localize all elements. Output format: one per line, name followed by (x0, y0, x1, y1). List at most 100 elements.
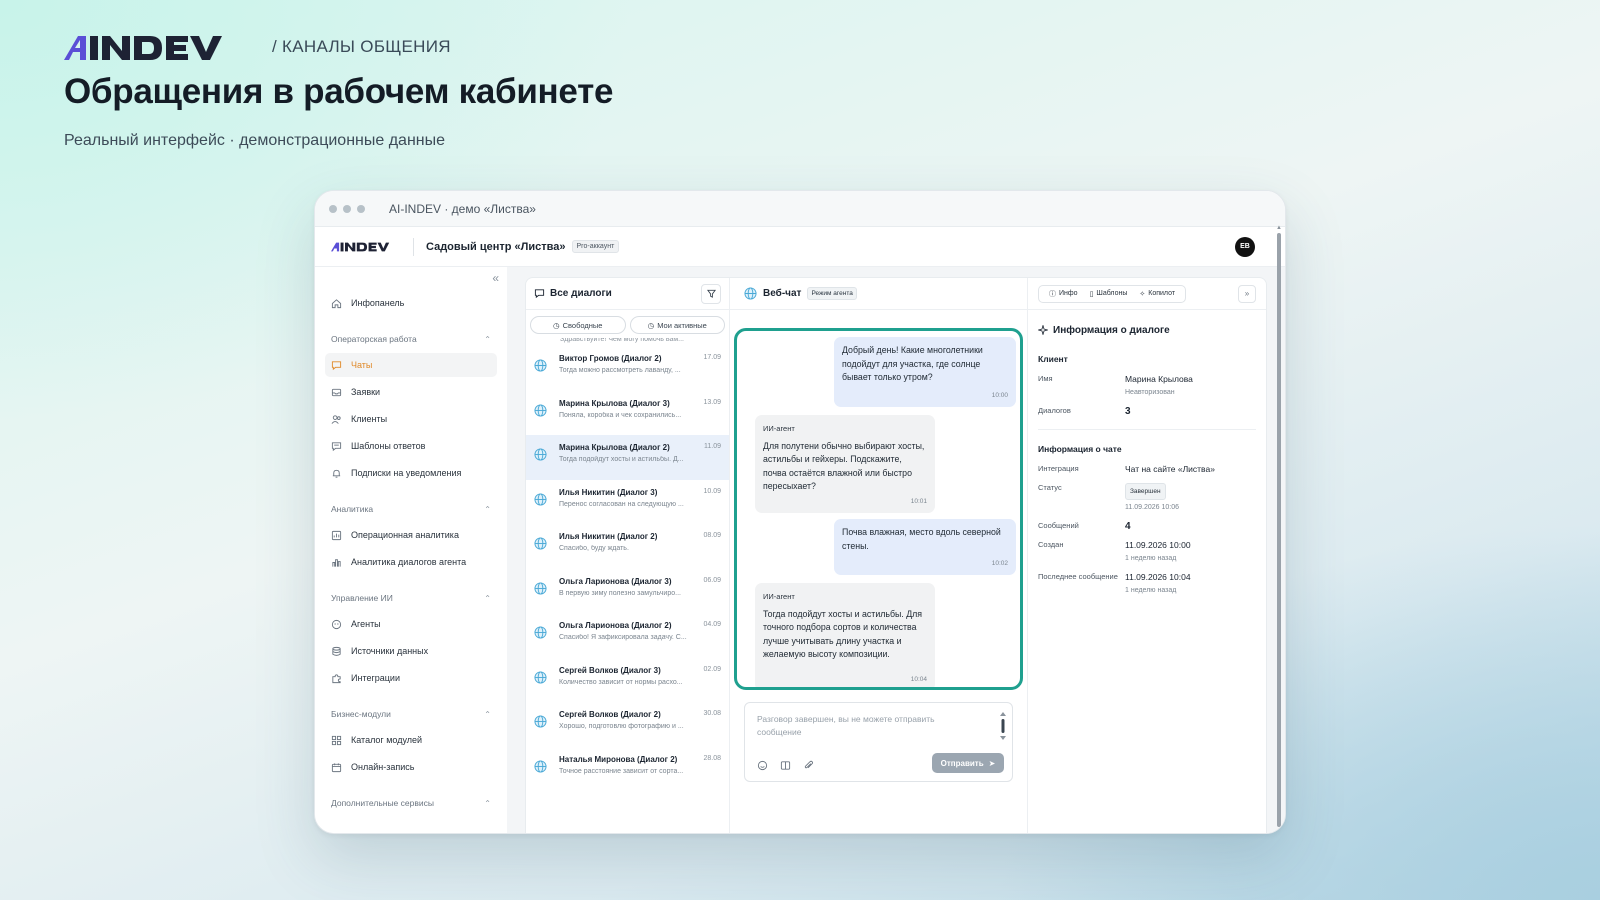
aindev-logo[interactable] (331, 240, 401, 254)
calendar-icon (331, 762, 342, 772)
chat-header: Веб-чат Режим агента (730, 278, 1027, 310)
message-author: ИИ-агент (763, 424, 795, 433)
sidebar-item-online-booking[interactable]: Онлайн-запись (325, 755, 497, 779)
sidebar-item-label: Операционная аналитика (351, 530, 459, 540)
dialog-filter-tabs: ◷ Свободные ◷ Мои активные (526, 310, 729, 338)
tab-templates[interactable]: ▯ Шаблоны (1084, 290, 1134, 298)
dialog-item[interactable]: Ольга Ларионова (Диалог 3) 06.09 В первую … (526, 569, 729, 614)
tab-copilot[interactable]: ✧ Копилот (1133, 290, 1181, 298)
window-title: AI-INDEV · демо «Листва» (389, 201, 536, 216)
sidebar-section-operator[interactable]: Операторская работа ⌃ (325, 329, 497, 349)
tab-free[interactable]: ◷ Свободные (530, 316, 626, 334)
tab-my-active[interactable]: ◷ Мои активные (629, 316, 725, 334)
expand-panel-button[interactable]: » (1238, 284, 1256, 303)
sidebar-item-label: Чаты (351, 360, 373, 370)
sidebar-item-label: Подписки на уведомления (351, 468, 462, 478)
info-panel: ⓘ Инфо ▯ Шаблоны ✧ Копилот » Информация о д… (1028, 278, 1266, 833)
template-icon[interactable] (780, 760, 791, 771)
scroll-up-icon[interactable]: ▲ (1276, 225, 1282, 231)
info-key: Создан (1038, 540, 1064, 549)
dialog-item-info: Марина Крылова (Диалог 3) 13.09 Поняла, ко… (559, 399, 721, 419)
database-icon (332, 646, 341, 656)
sidebar-section-title: Операторская работа (331, 334, 417, 344)
channel-label: / КАНАЛЫ ОБЩЕНИЯ (272, 37, 451, 56)
account-badge: Pro-аккаунт (571, 240, 620, 253)
dialog-item[interactable]: Марина Крылова (Диалог 3) 13.09 Поняла, ко… (526, 391, 729, 436)
sidebar-item-chats[interactable]: Чаты (325, 353, 497, 377)
sidebar-section-analytics[interactable]: Аналитика ⌃ (325, 499, 497, 519)
send-button[interactable]: Отправить ➤ (932, 753, 1004, 773)
dialog-item[interactable]: Илья Никитин (Диалог 3) 10.09 Перенос согл… (526, 480, 729, 525)
window-titlebar: AI-INDEV · демо «Листва» (315, 191, 1285, 227)
dialog-preview: Количество зависит от нормы расхо... (559, 678, 683, 686)
window-dot-icon[interactable] (343, 204, 351, 213)
sidebar-item-clients[interactable]: Клиенты (325, 407, 497, 431)
collapse-sidebar-icon[interactable]: « (492, 271, 499, 285)
chat-icon (331, 360, 342, 370)
sidebar-item-infopanel[interactable]: Инфопанель (325, 291, 497, 315)
info-row-messages: Сообщений 4 (1038, 521, 1256, 532)
dialog-preview: Точное расстояние зависит от сорта... (559, 767, 684, 775)
dialog-item[interactable]: Виктор Громов (Диалог 2) 17.09 Тогда можно… (526, 346, 729, 391)
sidebar-item-requests[interactable]: Заявки (325, 380, 497, 404)
attach-icon[interactable] (803, 760, 814, 771)
last-message-value: 11.09.2026 10:04 (1125, 572, 1191, 582)
window-dot-icon[interactable] (329, 204, 337, 213)
dialog-preview: Спасибо, буду ждать. (559, 545, 629, 552)
message-time: 10:04 (910, 675, 927, 683)
dialog-date: 30.08 (703, 710, 721, 717)
dialog-item[interactable]: Ольга Ларионова (Диалог 2) 04.09 Спасибо! … (526, 613, 729, 658)
sidebar-section-extra[interactable]: Дополнительные сервисы ⌃ (325, 793, 497, 813)
dialog-info-title-text: Информация о диалоге (1053, 324, 1170, 336)
dialog-item[interactable]: Наталья Миронова (Диалог 2) 28.08 Точное р… (526, 747, 729, 792)
info-row-created: Создан 11.09.2026 10:00 1 неделю назад (1038, 540, 1256, 564)
tab-label: Свободные (562, 320, 603, 330)
dialog-item[interactable]: Марина Крылова (Диалог 2) 11.09 Тогда подо… (526, 435, 729, 480)
dialog-name: Сергей Волков (Диалог 3) (559, 665, 661, 675)
dialog-item[interactable]: Сергей Волков (Диалог 3) 02.09 Количество … (526, 658, 729, 703)
window-scrollbar[interactable] (1277, 233, 1281, 827)
tab-label: Мои активные (657, 320, 707, 330)
chevron-up-icon: ⌃ (484, 504, 491, 514)
sidebar-item-agent-analytics[interactable]: Аналитика диалогов агента (325, 550, 497, 574)
tab-info[interactable]: ⓘ Инфо (1043, 289, 1084, 299)
globe-icon (744, 287, 757, 300)
sidebar-section-ai[interactable]: Управление ИИ ⌃ (325, 588, 497, 608)
message-bubble: Добрый день! Какие многолетники подойдут… (834, 337, 1016, 407)
sidebar-item-subscriptions[interactable]: Подписки на уведомления (325, 461, 497, 485)
sidebar-item-templates[interactable]: Шаблоны ответов (325, 434, 497, 458)
filter-button[interactable] (701, 283, 721, 304)
window-dot-icon[interactable] (357, 204, 365, 213)
bar-chart-icon (332, 558, 341, 567)
message-input[interactable]: Разговор завершен, вы не можете отправит… (744, 702, 1013, 782)
globe-icon (534, 670, 547, 684)
sidebar-item-label: Агенты (351, 619, 381, 629)
dialog-date: 11.09 (704, 443, 721, 450)
sidebar-item-integrations[interactable]: Интеграции (325, 666, 497, 690)
info-row-status: Статус Завершен 11.09.2026 10:06 (1038, 483, 1256, 513)
info-row-dialogs: Диалогов 3 (1038, 406, 1256, 417)
send-label: Отправить (940, 758, 984, 768)
sidebar-item-agents[interactable]: Агенты (325, 612, 497, 636)
dialog-name: Марина Крылова (Диалог 3) (559, 398, 670, 408)
dialog-list-panel: Все диалоги ◷ Свободные ◷ Мои активные Здр… (526, 278, 730, 833)
sidebar-section-business[interactable]: Бизнес-модули ⌃ (325, 704, 497, 724)
emoji-icon[interactable] (757, 760, 768, 771)
dialog-item[interactable]: Илья Никитин (Диалог 2) 08.09 Спасибо, буд… (526, 524, 729, 569)
status-date: 11.09.2026 10:06 (1125, 504, 1179, 511)
sidebar-item-operational-analytics[interactable]: Операционная аналитика (325, 523, 497, 547)
dialog-item[interactable]: Сергей Волков (Диалог 2) 30.08 Хорошо, под… (526, 702, 729, 747)
page-title: Обращения в рабочем кабинете (64, 72, 614, 111)
sidebar-item-module-catalog[interactable]: Каталог модулей (325, 728, 497, 752)
input-scroll-icon[interactable] (1000, 711, 1006, 741)
chevron-double-right-icon: » (1244, 289, 1250, 298)
dialog-item-info: Марина Крылова (Диалог 2) 11.09 Тогда подо… (559, 443, 721, 463)
message-text: Почва влажная, место вдоль северной стен… (842, 527, 1001, 551)
message-time: 10:00 (991, 391, 1008, 399)
sidebar-item-data-sources[interactable]: Источники данных (325, 639, 497, 663)
agent-icon (331, 619, 342, 629)
user-avatar[interactable]: ЕВ (1235, 236, 1255, 257)
dialog-date: 10.09 (703, 487, 721, 495)
message-bubble: Почва влажная, место вдоль северной стен… (834, 519, 1016, 575)
dialog-date: 17.09 (703, 354, 721, 361)
